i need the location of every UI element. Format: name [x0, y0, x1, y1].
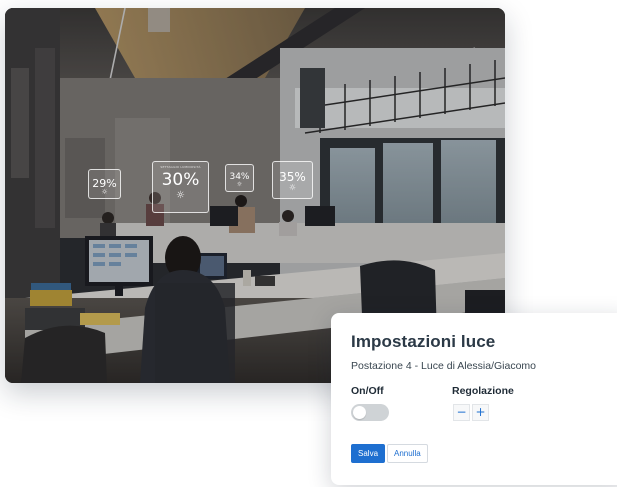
- light-badge: SETTAGGIO LUMINOSITÀ 30% ☼: [152, 161, 209, 213]
- light-badge: 29% ☼: [88, 169, 121, 199]
- decrease-button[interactable]: −: [453, 404, 470, 421]
- action-buttons: Salva Annulla: [351, 444, 428, 463]
- card-subtitle: Postazione 4 - Luce di Alessia/Giacomo: [351, 360, 537, 372]
- sun-icon: ☼: [236, 181, 243, 188]
- onoff-toggle[interactable]: [351, 404, 389, 421]
- toggle-knob: [353, 406, 366, 419]
- cancel-button[interactable]: Annulla: [387, 444, 428, 463]
- sun-icon: ☼: [101, 188, 108, 196]
- sun-icon: ☼: [176, 190, 185, 201]
- light-badge: 35% ☼: [272, 161, 313, 199]
- regulation-label: Regolazione: [452, 385, 514, 397]
- onoff-label: On/Off: [351, 385, 384, 397]
- light-badge-caption: [273, 165, 312, 169]
- regulation-stepper: − +: [453, 404, 489, 421]
- card-title: Impostazioni luce: [351, 332, 496, 351]
- light-badge-caption: SETTAGGIO LUMINOSITÀ: [160, 165, 201, 169]
- increase-button[interactable]: +: [472, 404, 489, 421]
- light-badge: 34% ☼: [225, 164, 254, 192]
- light-badge-value: 30%: [161, 170, 200, 190]
- light-badge-value: 35%: [279, 170, 306, 184]
- sun-icon: ☼: [288, 183, 297, 192]
- stage: 29% ☼ SETTAGGIO LUMINOSITÀ 30% ☼ 34% ☼ 3…: [0, 0, 617, 487]
- light-settings-card: Impostazioni luce Postazione 4 - Luce di…: [331, 313, 617, 485]
- save-button[interactable]: Salva: [351, 444, 386, 463]
